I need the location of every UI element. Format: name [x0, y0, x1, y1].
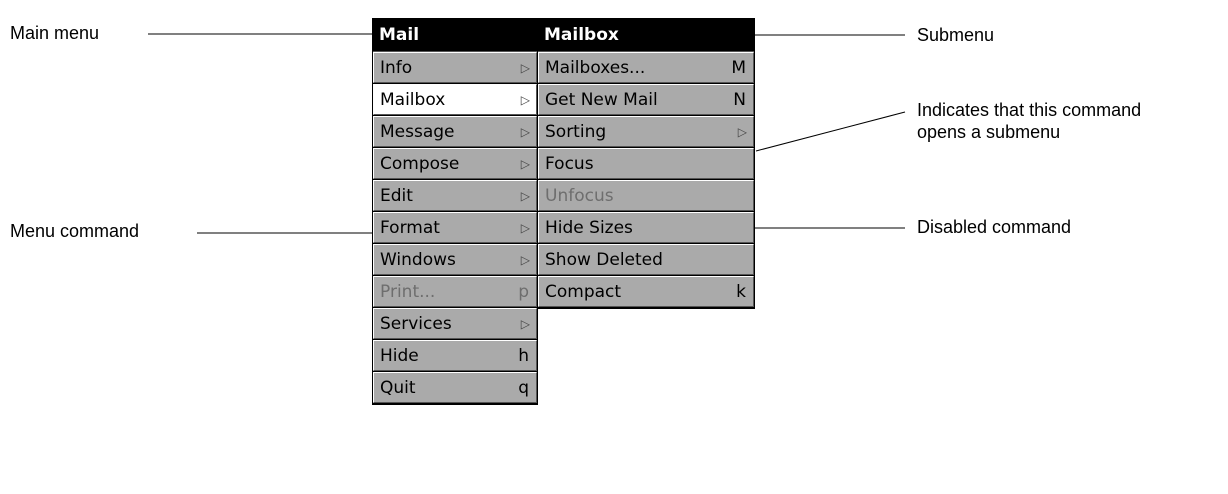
keyboard-shortcut: N [733, 90, 746, 110]
submenu-item-get-new-mail[interactable]: Get New Mail N [538, 84, 754, 115]
submenu-arrow-icon: ▷ [520, 61, 530, 75]
submenu-item-show-deleted[interactable]: Show Deleted [538, 244, 754, 275]
menu-item-label: Hide [380, 346, 419, 366]
keyboard-shortcut: h [518, 346, 529, 366]
submenu-item-hide-sizes[interactable]: Hide Sizes [538, 212, 754, 243]
menu-item-label: Sorting [545, 122, 607, 142]
main-menu-item-compose[interactable]: Compose ▷ [373, 148, 537, 179]
submenu-arrow-icon: ▷ [520, 253, 530, 267]
menu-item-label: Show Deleted [545, 250, 663, 270]
menu-item-label: Hide Sizes [545, 218, 633, 238]
main-menu-item-format[interactable]: Format ▷ [373, 212, 537, 243]
main-menu-item-hide[interactable]: Hide h [373, 340, 537, 371]
main-menu-item-print: Print... p [373, 276, 537, 307]
menu-item-label: Windows [380, 250, 456, 270]
menu-item-label: Message [380, 122, 455, 142]
main-menu-item-windows[interactable]: Windows ▷ [373, 244, 537, 275]
submenu-arrow-icon: ▷ [737, 125, 747, 139]
main-menu-item-quit[interactable]: Quit q [373, 372, 537, 403]
menu-item-label: Unfocus [545, 186, 614, 206]
menu-item-label: Info [380, 58, 413, 78]
leader-line-submenu-indicator [755, 111, 906, 152]
menu-item-label: Quit [380, 378, 416, 398]
main-menu-item-mailbox[interactable]: Mailbox ▷ [373, 84, 537, 115]
menu-item-label: Mailbox [380, 90, 446, 110]
submenu-arrow-icon: ▷ [520, 157, 530, 171]
main-menu-item-services[interactable]: Services ▷ [373, 308, 537, 339]
submenu-arrow-icon: ▷ [520, 93, 530, 107]
submenu-item-focus[interactable]: Focus [538, 148, 754, 179]
main-menu-items: Info ▷ Mailbox ▷ Message ▷ Compose ▷ Edit ▷ Format… [373, 52, 537, 403]
submenu-item-mailboxes[interactable]: Mailboxes... M [538, 52, 754, 83]
main-menu-item-info[interactable]: Info ▷ [373, 52, 537, 83]
menu-item-label: Services [380, 314, 452, 334]
submenu-item-sorting[interactable]: Sorting ▷ [538, 116, 754, 147]
submenu-arrow-icon: ▷ [520, 189, 530, 203]
submenu-arrow-icon: ▷ [520, 317, 530, 331]
keyboard-shortcut: M [731, 58, 746, 78]
keyboard-shortcut: k [736, 282, 746, 302]
submenu-arrow-icon: ▷ [520, 125, 530, 139]
menu-item-label: Compact [545, 282, 622, 302]
main-menu-item-edit[interactable]: Edit ▷ [373, 180, 537, 211]
keyboard-shortcut: p [518, 282, 529, 302]
main-menu-title: Mail [373, 19, 537, 52]
menu-item-label: Edit [380, 186, 413, 206]
main-menu-item-message[interactable]: Message ▷ [373, 116, 537, 147]
submenu-items: Mailboxes... M Get New Mail N Sorting ▷ Focus U… [538, 52, 754, 307]
menu-item-label: Focus [545, 154, 594, 174]
submenu-arrow-icon: ▷ [520, 221, 530, 235]
submenu-title: Mailbox [538, 19, 754, 52]
submenu-item-unfocus: Unfocus [538, 180, 754, 211]
menu-item-label: Format [380, 218, 440, 238]
menu-item-label: Mailboxes... [545, 58, 646, 78]
menu-item-label: Print... [380, 282, 436, 302]
submenu-item-compact[interactable]: Compact k [538, 276, 754, 307]
keyboard-shortcut: q [518, 378, 529, 398]
menu-item-label: Compose [380, 154, 460, 174]
main-menu: Mail Info ▷ Mailbox ▷ Message ▷ Compose ▷ Edit ▷ F… [372, 18, 538, 405]
menu-item-label: Get New Mail [545, 90, 658, 110]
submenu: Mailbox Mailboxes... M Get New Mail N Sortin… [537, 18, 755, 309]
